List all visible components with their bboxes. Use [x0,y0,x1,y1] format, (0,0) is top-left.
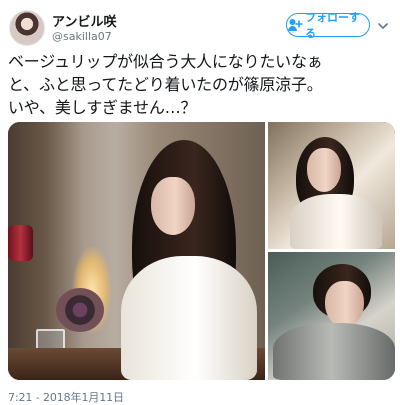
face-shape [307,148,341,192]
tweet-text-line: ベージュリップが似合う大人になりたいなぁ [8,52,323,71]
tweet-text-line: いや、美しすぎません…？ [8,98,197,117]
timestamp[interactable]: 7:21 - 2018年1月11日 [8,389,124,405]
face-shape [325,281,364,327]
chevron-down-icon[interactable] [377,17,389,29]
add-user-icon [287,18,303,32]
woman-figure [286,129,391,249]
woman-figure [98,140,258,380]
main-photo[interactable] [8,122,265,380]
tweet-card: アンビル咲 @sakilla07 フォローする ベージュリップが似合う大人になり… [0,0,400,405]
follow-button-label: フォローする [305,11,360,40]
sweater-shape [273,323,395,380]
sweater-shape [121,256,257,380]
display-name[interactable]: アンビル咲 [52,11,116,30]
flowers-decoration [56,288,104,332]
avatar[interactable] [9,10,45,46]
follow-button[interactable]: フォローする [286,11,370,40]
photo-grid[interactable] [8,122,395,380]
tweet-text-line: と、ふと思ってたどり着いたのが篠原涼子。 [8,75,323,94]
username-handle[interactable]: @sakilla07 [52,30,112,43]
top-right-photo[interactable] [268,122,395,249]
face-shape [151,177,195,235]
photo-divider-horizontal [268,249,395,252]
bottom-right-photo[interactable] [268,252,395,380]
woman-figure [273,262,395,380]
jar-decoration [8,225,33,261]
tweet-text: ベージュリップが似合う大人になりたいなぁ と、ふと思ってたどり着いたのが篠原涼子… [8,50,394,119]
sweater-shape [290,194,382,249]
